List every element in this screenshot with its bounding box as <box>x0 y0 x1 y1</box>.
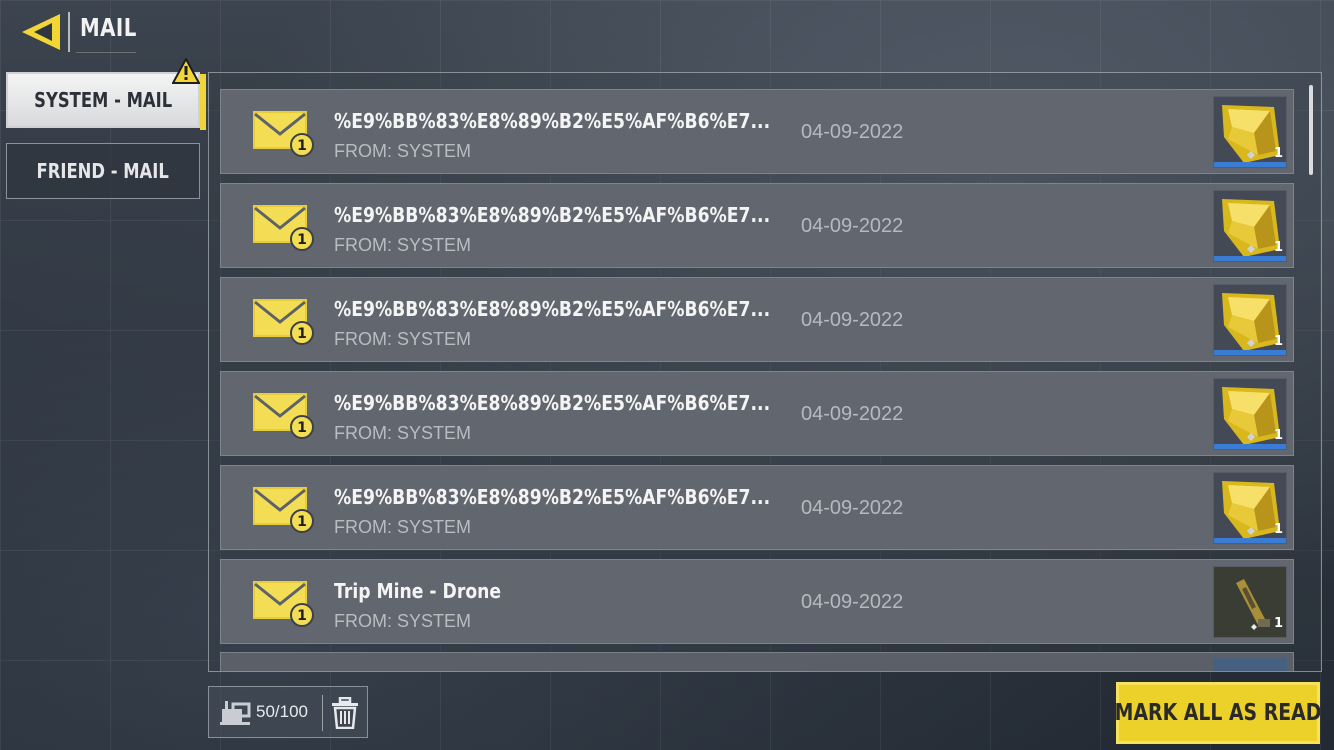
tab-system-mail[interactable]: SYSTEM - MAIL <box>6 72 206 130</box>
mail-sender: FROM: SYSTEM <box>334 611 472 631</box>
mailbox-capacity: 50/100 <box>208 686 368 738</box>
reward-thumbnail: 1 <box>1213 190 1287 262</box>
unread-badge: 1 <box>297 326 307 342</box>
tab-selected-indicator <box>200 74 206 130</box>
envelope-icon: 1 <box>253 111 314 157</box>
mail-sender: FROM: SYSTEM <box>334 517 472 537</box>
reward-quantity: 1 <box>1273 240 1283 255</box>
scrollbar[interactable] <box>1309 85 1313 175</box>
envelope-icon: 1 <box>253 487 314 533</box>
mail-date: 04-09-2022 <box>801 215 904 237</box>
reward-quantity: 1 <box>1273 616 1283 631</box>
back-button[interactable] <box>20 12 64 52</box>
warning-icon <box>172 58 200 84</box>
title-underline <box>76 52 136 53</box>
rarity-stripe <box>1214 538 1286 543</box>
unread-badge: 1 <box>297 514 307 530</box>
reward-thumbnail: 1 <box>1213 472 1287 544</box>
mail-subject: %E9%BB%83%E8%89%B2%E5%AF%B6%E7... <box>334 297 771 321</box>
mail-subject: Trip Mine - Drone <box>334 579 502 603</box>
tab-friend-mail[interactable]: FRIEND - MAIL <box>6 143 200 199</box>
envelope-icon: 1 <box>253 205 314 251</box>
mail-subject: %E9%BB%83%E8%89%B2%E5%AF%B6%E7... <box>334 203 771 227</box>
list-item[interactable]: 1 %E9%BB%83%E8%89%B2%E5%AF%B6%E7... FROM: … <box>220 89 1294 174</box>
list-item-partial[interactable] <box>220 652 1294 671</box>
list-item[interactable]: 1 Trip Mine - Drone FROM: SYSTEM 04-09-2022… <box>220 559 1294 644</box>
reward-quantity: 1 <box>1273 428 1283 443</box>
mail-date: 04-09-2022 <box>801 591 904 613</box>
rarity-stripe <box>1214 444 1286 449</box>
reward-thumbnail: 1 <box>1213 566 1287 638</box>
reward-thumbnail: 1 <box>1213 378 1287 450</box>
mail-subject: %E9%BB%83%E8%89%B2%E5%AF%B6%E7... <box>334 485 771 509</box>
unread-badge: 1 <box>297 420 307 436</box>
unread-badge: 1 <box>297 608 307 624</box>
mail-sender: FROM: SYSTEM <box>334 423 472 443</box>
capacity-divider <box>322 695 323 731</box>
mail-sender: FROM: SYSTEM <box>334 329 472 349</box>
reward-quantity: 1 <box>1273 146 1283 161</box>
mail-sender: FROM: SYSTEM <box>334 141 472 161</box>
header-divider <box>68 12 70 52</box>
mail-date: 04-09-2022 <box>801 121 904 143</box>
mark-all-as-read-label: MARK ALL AS READ <box>1114 700 1322 726</box>
envelope-icon: 1 <box>253 581 314 627</box>
list-item[interactable]: 1 %E9%BB%83%E8%89%B2%E5%AF%B6%E7... FROM: … <box>220 465 1294 550</box>
mail-date: 04-09-2022 <box>801 309 904 331</box>
mail-list-panel[interactable]: 1 %E9%BB%83%E8%89%B2%E5%AF%B6%E7... FROM: … <box>208 72 1322 672</box>
back-arrow-icon <box>22 14 60 50</box>
reward-quantity: 1 <box>1273 522 1283 537</box>
rarity-stripe <box>1214 350 1286 355</box>
list-item[interactable]: 1 %E9%BB%83%E8%89%B2%E5%AF%B6%E7... FROM: … <box>220 371 1294 456</box>
reward-thumbnail <box>1213 658 1287 671</box>
mail-sender: FROM: SYSTEM <box>334 235 472 255</box>
list-item[interactable]: 1 %E9%BB%83%E8%89%B2%E5%AF%B6%E7... FROM: … <box>220 183 1294 268</box>
page-title: MAIL <box>80 13 137 42</box>
tab-system-mail-label: SYSTEM - MAIL <box>33 88 172 112</box>
unread-badge: 1 <box>297 232 307 248</box>
mark-all-as-read-button[interactable]: MARK ALL AS READ <box>1114 682 1322 744</box>
list-item[interactable]: 1 %E9%BB%83%E8%89%B2%E5%AF%B6%E7... FROM: … <box>220 277 1294 362</box>
mailbox-icon <box>220 701 251 725</box>
tab-friend-mail-label: FRIEND - MAIL <box>36 159 170 183</box>
rarity-stripe <box>1214 162 1286 167</box>
reward-thumbnail: 1 <box>1213 96 1287 168</box>
envelope-icon: 1 <box>253 393 314 439</box>
capacity-count: 50/100 <box>256 702 308 721</box>
unread-badge: 1 <box>297 138 307 154</box>
reward-thumbnail: 1 <box>1213 284 1287 356</box>
envelope-icon: 1 <box>253 299 314 345</box>
trash-icon[interactable] <box>331 697 359 729</box>
mail-subject: %E9%BB%83%E8%89%B2%E5%AF%B6%E7... <box>334 109 771 133</box>
reward-quantity: 1 <box>1273 334 1283 349</box>
mail-subject: %E9%BB%83%E8%89%B2%E5%AF%B6%E7... <box>334 391 771 415</box>
mail-date: 04-09-2022 <box>801 497 904 519</box>
mail-date: 04-09-2022 <box>801 403 904 425</box>
rarity-stripe <box>1214 256 1286 261</box>
